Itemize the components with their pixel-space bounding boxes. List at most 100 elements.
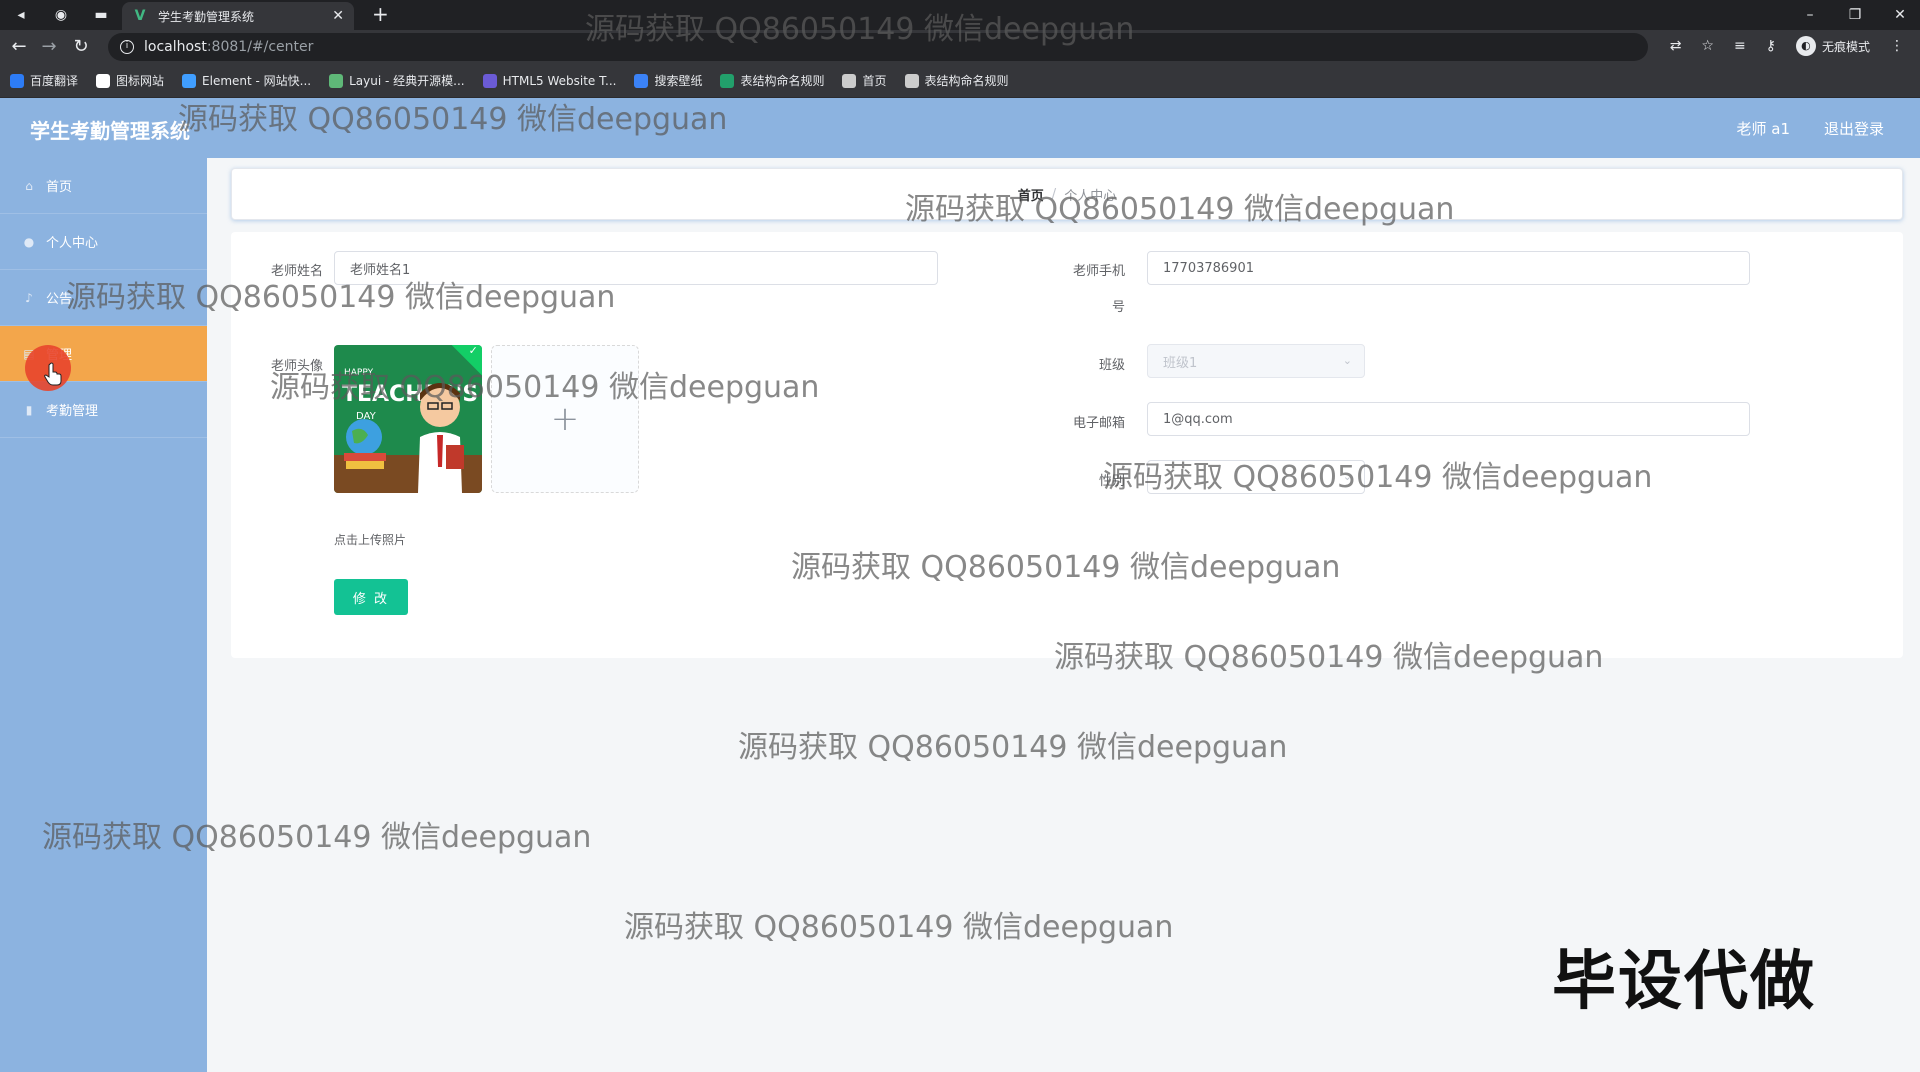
name-input[interactable]: 老师姓名1 (334, 251, 938, 285)
chevron-down-icon: ⌄ (1342, 354, 1352, 367)
bookmark-item[interactable]: 表结构命名规则 (904, 72, 1009, 89)
bookmark-item[interactable]: 图标网站 (96, 72, 164, 89)
plus-icon: + (550, 399, 580, 439)
update-button[interactable]: 修 改 (334, 579, 408, 615)
upload-button[interactable]: + (491, 345, 639, 493)
url-text: localhost:8081/#/center (144, 39, 314, 55)
sidebar-item-home[interactable]: ⌂ 首页 (0, 158, 207, 214)
avatar-image: HAPPY TEACHER'S DAY (334, 345, 482, 493)
window-close-icon[interactable]: ✕ (1885, 0, 1915, 30)
upload-tip: 点击上传照片 (334, 533, 407, 547)
new-tab-icon[interactable]: + (372, 2, 389, 26)
reading-list-icon[interactable]: ≡ (1734, 38, 1746, 54)
reload-icon[interactable]: ↻ (70, 36, 92, 58)
email-label: 电子邮箱 (1072, 416, 1125, 431)
bookmark-item[interactable]: 搜索壁纸 (634, 72, 702, 89)
app-title: 学生考勤管理系统 (30, 119, 190, 143)
url-bar[interactable]: i localhost:8081/#/center (108, 33, 1648, 61)
bookmark-icon (720, 73, 735, 88)
sidebar-item-attendance[interactable]: ▮ 考勤管理 (0, 382, 207, 438)
forward-icon[interactable]: → (38, 36, 60, 58)
class-value: 班级1 (1163, 355, 1198, 371)
close-tab-icon[interactable]: ✕ (332, 8, 344, 24)
bookmark-icon (634, 73, 649, 88)
bookmark-icon (904, 73, 919, 88)
class-select[interactable]: 班级1 ⌄ (1147, 344, 1365, 378)
sidebar: ⌂ 首页 ● 个人中心 ♪ 公告 ▤ 管理 ▮ 考勤管理 (0, 158, 207, 1072)
bell-icon: ♪ (25, 290, 33, 305)
globe-icon[interactable]: ◉ (46, 0, 76, 30)
bookmark-label: Element - 网站快... (202, 74, 312, 88)
bookmarks-bar: 百度翻译 图标网站 Element - 网站快... Layui - 经典开源模...… (0, 64, 1920, 98)
bookmark-item[interactable]: Layui - 经典开源模... (329, 72, 465, 89)
profile-form: 老师姓名 老师姓名1 老师手机 号 17703786901 老师头像 HAPPY… (231, 232, 1903, 658)
incognito-label: 无痕模式 (1821, 39, 1870, 54)
bookmark-item[interactable]: 首页 (842, 72, 887, 89)
gender-label: 性别 (1098, 474, 1125, 489)
bookmark-label: HTML5 Website T... (502, 73, 617, 88)
back-icon[interactable]: ← (8, 36, 30, 58)
breadcrumb-home[interactable]: 首页 (1018, 185, 1044, 204)
current-user: 老师 a1 (1736, 120, 1790, 138)
sidebar-item-label: 考勤管理 (46, 404, 99, 419)
sidebar-item-profile[interactable]: ● 个人中心 (0, 214, 207, 270)
email-input[interactable]: 1@qq.com (1147, 402, 1750, 436)
menu-icon[interactable]: ⋮ (1890, 38, 1904, 54)
vue-icon: V (134, 8, 146, 24)
bookmark-item[interactable]: 百度翻译 (10, 72, 78, 89)
bookmark-icon (482, 73, 497, 88)
promo-badge: 毕设代做 (1552, 945, 1816, 1019)
bookmark-label: 首页 (862, 74, 887, 88)
bookmark-label: 百度翻译 (30, 74, 79, 88)
chevron-down-icon: ⌄ (1342, 470, 1352, 483)
svg-text:HAPPY: HAPPY (344, 368, 374, 378)
bookmark-item[interactable]: HTML5 Website T... (482, 73, 617, 88)
window-icon[interactable]: ▬ (86, 0, 116, 30)
logout-link[interactable]: 退出登录 (1824, 118, 1884, 139)
bookmark-icon (182, 73, 197, 88)
minimize-icon[interactable]: – (1795, 0, 1825, 30)
chart-icon: ▮ (25, 402, 33, 417)
info-icon[interactable]: i (120, 40, 134, 54)
breadcrumb-separator: / (1051, 186, 1057, 202)
sidebar-item-label: 首页 (46, 180, 73, 195)
key-icon[interactable]: ⚷ (1766, 38, 1776, 54)
browser-tab[interactable]: V 学生考勤管理系统 ✕ (122, 2, 354, 30)
breadcrumb-current: 个人中心 (1064, 188, 1117, 204)
watermark: 源码获取 QQ86050149 微信deepguan (738, 730, 1288, 765)
phone-label-suffix: 号 (1111, 300, 1125, 315)
teacher-avatar[interactable]: HAPPY TEACHER'S DAY ✓ (334, 345, 482, 493)
sidebar-item-notice[interactable]: ♪ 公告 (0, 270, 207, 326)
mute-icon[interactable]: ◂ (6, 0, 36, 30)
gender-select[interactable]: ⌄ (1147, 460, 1365, 494)
browser-tabbar: ◂ ◉ ▬ V 学生考勤管理系统 ✕ + – ❐ ✕ (0, 0, 1920, 30)
bookmark-item[interactable]: 表结构命名规则 (720, 72, 824, 89)
address-row: ← → ↻ i localhost:8081/#/center ⇄ ☆ ≡ ⚷ … (0, 30, 1920, 64)
breadcrumb: 首页 / 个人中心 (231, 168, 1903, 220)
star-icon[interactable]: ☆ (1701, 38, 1714, 54)
sidebar-item-label: 个人中心 (46, 236, 99, 251)
watermark: 源码获取 QQ86050149 微信deepguan (624, 910, 1174, 945)
toolbar-icons: ⇄ ☆ ≡ ⚷ ◐ 无痕模式 ⋮ (1670, 36, 1904, 56)
phone-input[interactable]: 17703786901 (1147, 251, 1750, 285)
bookmark-label: 搜索壁纸 (654, 74, 703, 88)
pointer-hand-icon (44, 362, 62, 386)
bookmark-icon (842, 73, 857, 88)
home-icon: ⌂ (25, 178, 33, 193)
bookmark-icon (96, 73, 111, 88)
avatar-label: 老师头像 (270, 359, 323, 374)
tab-title: 学生考勤管理系统 (158, 9, 255, 24)
sidebar-item-label: 公告 (46, 292, 73, 307)
incognito-icon: ◐ (1795, 36, 1816, 56)
bookmark-label: Layui - 经典开源模... (349, 74, 465, 88)
incognito-indicator[interactable]: ◐ 无痕模式 (1795, 36, 1870, 56)
user-icon: ● (23, 234, 35, 249)
translate-icon[interactable]: ⇄ (1670, 38, 1682, 54)
name-label: 老师姓名 (270, 264, 323, 279)
bookmark-label: 表结构命名规则 (740, 74, 825, 88)
app-header: 学生考勤管理系统 老师 a1 退出登录 (0, 98, 1920, 158)
class-label: 班级 (1098, 358, 1125, 373)
restore-icon[interactable]: ❐ (1840, 0, 1870, 30)
bookmark-item[interactable]: Element - 网站快... (182, 72, 311, 89)
phone-label: 老师手机 (1072, 264, 1125, 279)
